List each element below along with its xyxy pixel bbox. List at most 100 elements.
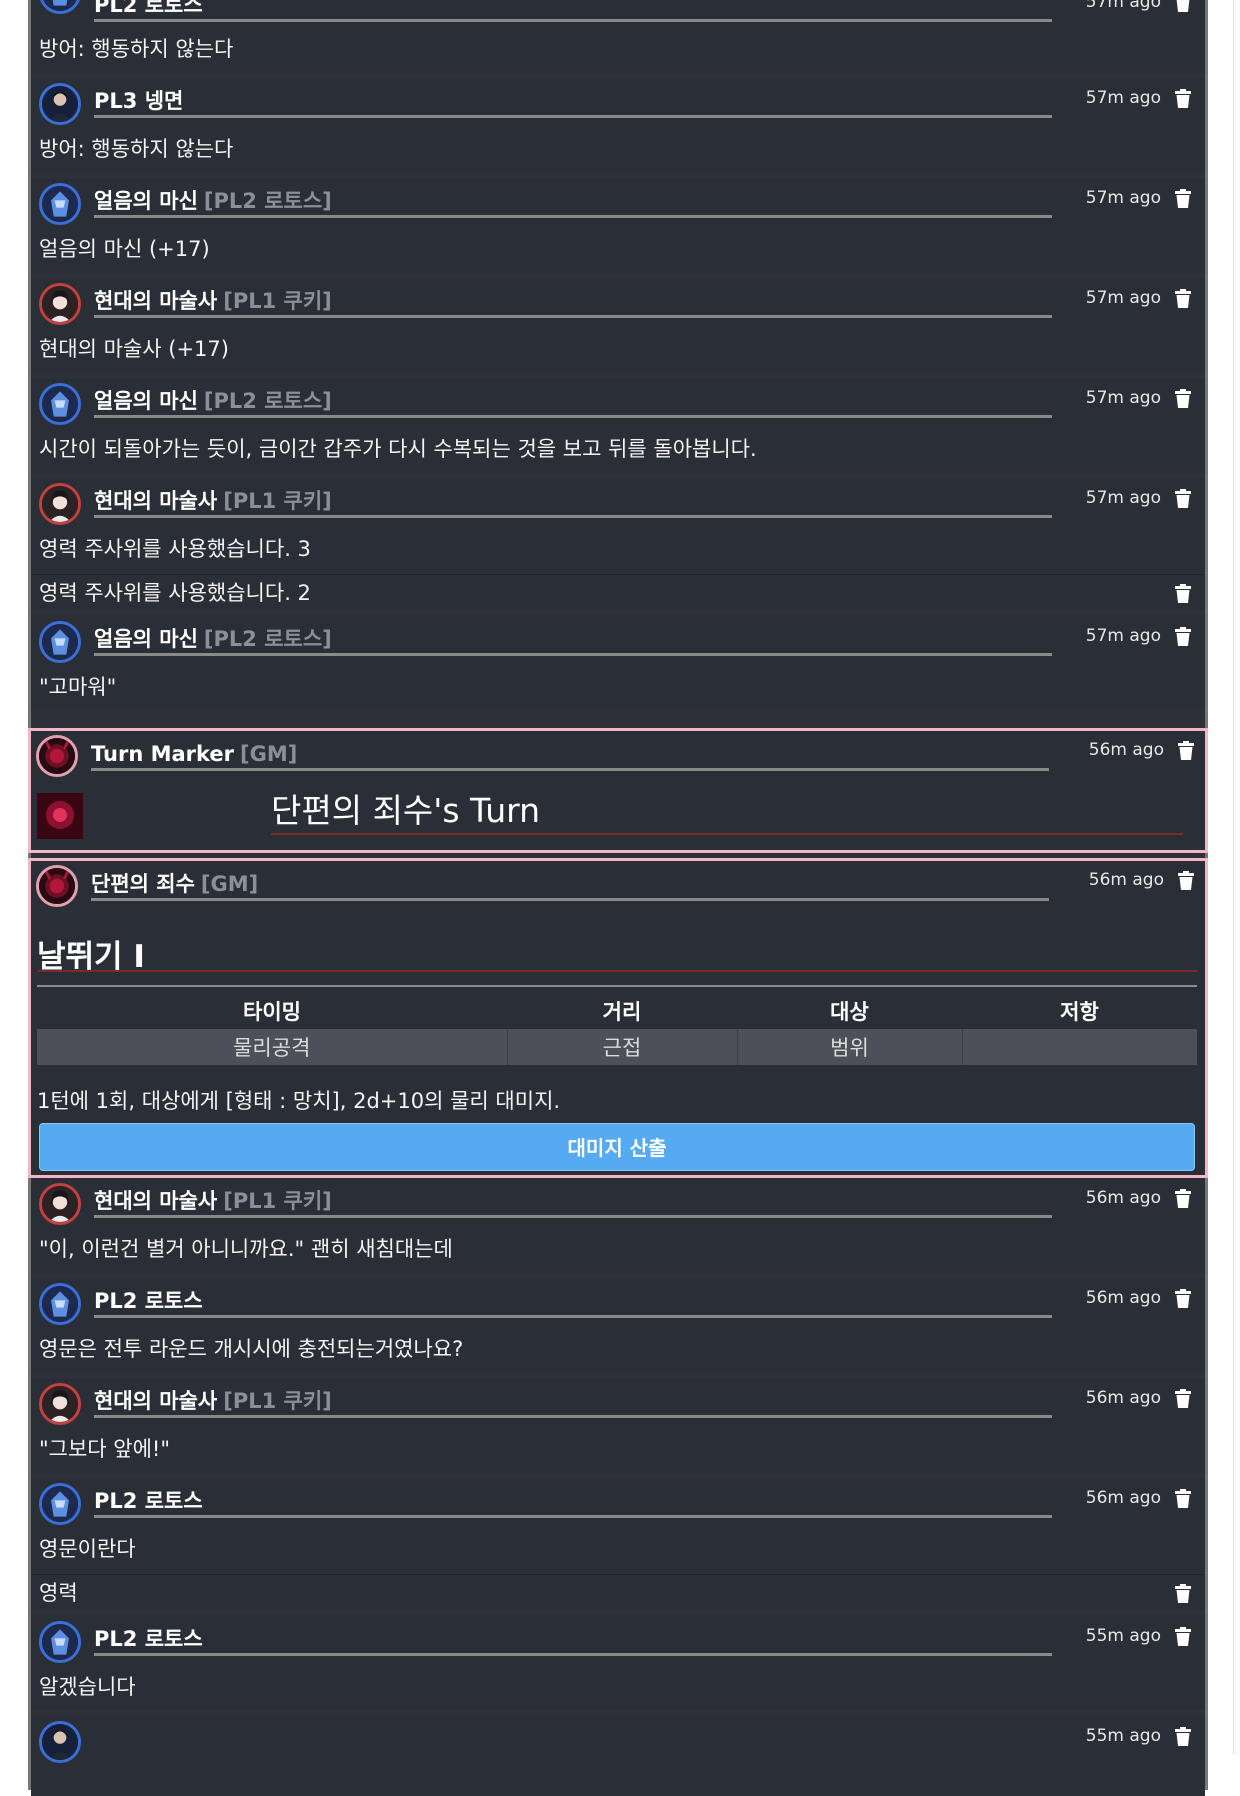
knight-avatar-icon <box>39 1283 81 1325</box>
message-text: 영력 주사위를 사용했습니다. 2 <box>39 581 311 605</box>
speaker-tag: [GM] <box>200 872 259 896</box>
knight-avatar-icon <box>39 183 81 225</box>
knight-avatar-icon <box>39 1721 81 1763</box>
speaker-name: Turn Marker [GM] <box>91 741 1049 771</box>
table-divider <box>37 985 1197 987</box>
trash-icon[interactable] <box>1175 627 1191 646</box>
timestamp: 57m ago <box>1085 388 1161 408</box>
speaker-name: PL2 로토스 <box>94 1288 1052 1318</box>
page-scrollbar[interactable] <box>1233 0 1240 1754</box>
message-text: "이, 이런건 별거 아니니까요." 괜히 새침대는데 <box>39 1237 453 1261</box>
trash-icon[interactable] <box>1178 741 1194 760</box>
timestamp: 57m ago <box>1085 288 1161 308</box>
knight-avatar-icon <box>39 83 81 125</box>
speaker-tag: [PL2 로토스] <box>203 389 332 413</box>
table-header: 대상 <box>830 1000 869 1024</box>
timestamp: 55m ago <box>1085 1726 1161 1746</box>
turn-announcement: 단편의 죄수's Turn <box>271 791 1183 835</box>
knight-avatar-icon <box>39 1483 81 1525</box>
speaker-name: PL2 로토스 <box>94 1626 1052 1656</box>
message-text: 영력 <box>39 1581 78 1605</box>
speaker-name: 현대의 마술사 [PL1 쿠키] <box>94 288 1052 318</box>
chat-message: 현대의 마술사 [PL1 쿠키] 56m ago "그보다 앞에!" <box>31 1378 1205 1472</box>
mage-avatar-icon <box>39 1383 81 1425</box>
chat-message: 현대의 마술사 [PL1 쿠키] 56m ago "이, 이런건 별거 아니니까요… <box>31 1178 1205 1272</box>
chat-message: 55m ago <box>31 1716 1205 1796</box>
speaker-tag: [PL1 쿠키] <box>223 289 332 313</box>
trash-icon[interactable] <box>1175 1289 1191 1308</box>
skill-divider <box>37 970 1197 972</box>
table-header: 타이밍 <box>243 1000 301 1024</box>
speaker-name: 얼음의 마신 [PL2 로토스] <box>94 388 1052 418</box>
speaker-name: 얼음의 마신 [PL2 로토스] <box>94 626 1052 656</box>
trash-icon[interactable] <box>1175 189 1191 208</box>
trash-icon[interactable] <box>1175 1727 1191 1746</box>
speaker-tag: [PL2 로토스] <box>203 189 332 213</box>
message-text: 알겠습니다 <box>39 1675 136 1699</box>
skill-stats-table: 타이밍 거리 대상 저항 물리공격 근접 범위 <box>37 993 1197 1065</box>
chat-message: PL2 로토스 56m ago 영문은 전투 라운드 개시시에 충전되는거였나요… <box>31 1278 1205 1372</box>
trash-icon[interactable] <box>1175 584 1191 603</box>
knight-avatar-icon <box>39 383 81 425</box>
mage-avatar-icon <box>39 483 81 525</box>
turn-portrait-image <box>37 793 83 839</box>
message-text: 방어: 행동하지 않는다 <box>39 137 234 161</box>
message-subline: 영력 <box>31 1574 1205 1610</box>
trash-icon[interactable] <box>1175 1584 1191 1603</box>
knight-avatar-icon <box>39 0 81 14</box>
timestamp: 56m ago <box>1085 1488 1161 1508</box>
demon-avatar-icon <box>36 735 78 777</box>
trash-icon[interactable] <box>1175 489 1191 508</box>
speaker-name: PL3 넹면 <box>94 88 1052 118</box>
timestamp: 57m ago <box>1085 188 1161 208</box>
table-cell: 물리공격 <box>37 1029 507 1065</box>
speaker-name: 현대의 마술사 [PL1 쿠키] <box>94 1388 1052 1418</box>
timestamp: 56m ago <box>1088 740 1164 760</box>
speaker-tag: [GM] <box>240 742 298 766</box>
timestamp: 57m ago <box>1085 88 1161 108</box>
trash-icon[interactable] <box>1175 289 1191 308</box>
chat-message: PL2 로토스 55m ago 알겠습니다 <box>31 1616 1205 1710</box>
timestamp: 56m ago <box>1085 1188 1161 1208</box>
message-text: "그보다 앞에!" <box>39 1437 171 1461</box>
skill-card-message: 단편의 죄수 [GM] 56m ago 날뛰기 I 타이밍 거리 대상 저항 물리… <box>28 858 1208 1178</box>
message-text: 영력 주사위를 사용했습니다. 3 <box>39 537 311 561</box>
trash-icon[interactable] <box>1175 89 1191 108</box>
message-text: 영문은 전투 라운드 개시시에 충전되는거였나요? <box>39 1337 464 1361</box>
chat-message: 얼음의 마신 [PL2 로토스] 57m ago 시간이 되돌아가는 듯이, 금이… <box>31 378 1205 472</box>
table-cell: 범위 <box>736 1029 962 1065</box>
trash-icon[interactable] <box>1178 871 1194 890</box>
trash-icon[interactable] <box>1175 1189 1191 1208</box>
trash-icon[interactable] <box>1175 0 1191 12</box>
speaker-tag: [PL1 쿠키] <box>223 1389 332 1413</box>
timestamp: 57m ago <box>1085 0 1161 12</box>
trash-icon[interactable] <box>1175 389 1191 408</box>
message-text: 현대의 마술사 (+17) <box>39 337 229 361</box>
trash-icon[interactable] <box>1175 1489 1191 1508</box>
chat-message: 얼음의 마신 [PL2 로토스] 57m ago "고마워" <box>31 616 1205 708</box>
knight-avatar-icon <box>39 621 81 663</box>
chat-message: 현대의 마술사 [PL1 쿠키] 57m ago 현대의 마술사 (+17) <box>31 278 1205 372</box>
timestamp: 56m ago <box>1085 1388 1161 1408</box>
skill-description: 1턴에 1회, 대상에게 [형태 : 망치], 2d+10의 물리 대미지. <box>37 1089 561 1113</box>
speaker-name: 현대의 마술사 [PL1 쿠키] <box>94 488 1052 518</box>
table-cell: 근접 <box>506 1029 737 1065</box>
chat-message: PL3 넹면 57m ago 방어: 행동하지 않는다 <box>31 78 1205 172</box>
speaker-tag: [PL1 쿠키] <box>223 1189 332 1213</box>
knight-avatar-icon <box>39 1621 81 1663</box>
speaker-tag: [PL1 쿠키] <box>223 489 332 513</box>
chat-message: PL2 로토스 57m ago 방어: 행동하지 않는다 <box>31 0 1205 72</box>
chat-message: PL2 로토스 56m ago 영문이란다 영력 <box>31 1478 1205 1610</box>
trash-icon[interactable] <box>1175 1389 1191 1408</box>
timestamp: 57m ago <box>1085 488 1161 508</box>
speaker-name: 현대의 마술사 [PL1 쿠키] <box>94 1188 1052 1218</box>
trash-icon[interactable] <box>1175 1627 1191 1646</box>
speaker-name: 단편의 죄수 [GM] <box>91 871 1049 901</box>
chat-message: 얼음의 마신 [PL2 로토스] 57m ago 얼음의 마신 (+17) <box>31 178 1205 272</box>
timestamp: 55m ago <box>1085 1626 1161 1646</box>
message-text: 얼음의 마신 (+17) <box>39 237 210 261</box>
turn-marker-message: Turn Marker [GM] 56m ago 단편의 죄수's Turn <box>28 728 1208 853</box>
speaker-name: 얼음의 마신 [PL2 로토스] <box>94 188 1052 218</box>
speaker-tag: [PL2 로토스] <box>203 627 332 651</box>
calculate-damage-button[interactable]: 대미지 산출 <box>39 1123 1195 1171</box>
